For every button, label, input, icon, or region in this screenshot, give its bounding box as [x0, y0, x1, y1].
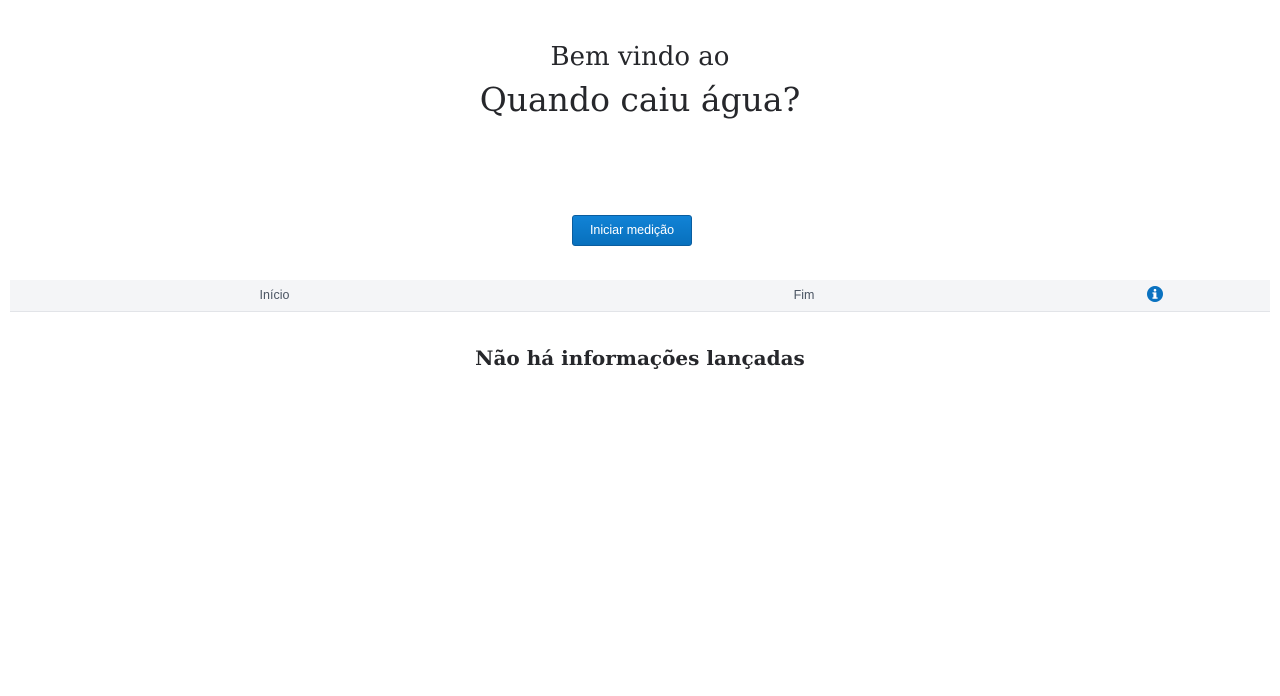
header: Bem vindo ao Quando caiu água?	[0, 38, 1280, 123]
column-header-start: Início	[259, 288, 290, 302]
info-circle-icon-svg	[1147, 286, 1163, 302]
welcome-text: Bem vindo ao	[550, 42, 730, 72]
info-circle-icon[interactable]	[1147, 286, 1163, 302]
table-header: Início Fim	[10, 280, 1270, 312]
empty-state-message: Não há informações lançadas	[475, 346, 805, 370]
start-measurement-button[interactable]: Iniciar medição	[572, 215, 692, 246]
column-header-end: Fim	[793, 288, 815, 302]
app-title: Quando caiu água?	[479, 80, 801, 119]
page: Bem vindo ao Quando caiu água? Iniciar m…	[0, 0, 1280, 696]
